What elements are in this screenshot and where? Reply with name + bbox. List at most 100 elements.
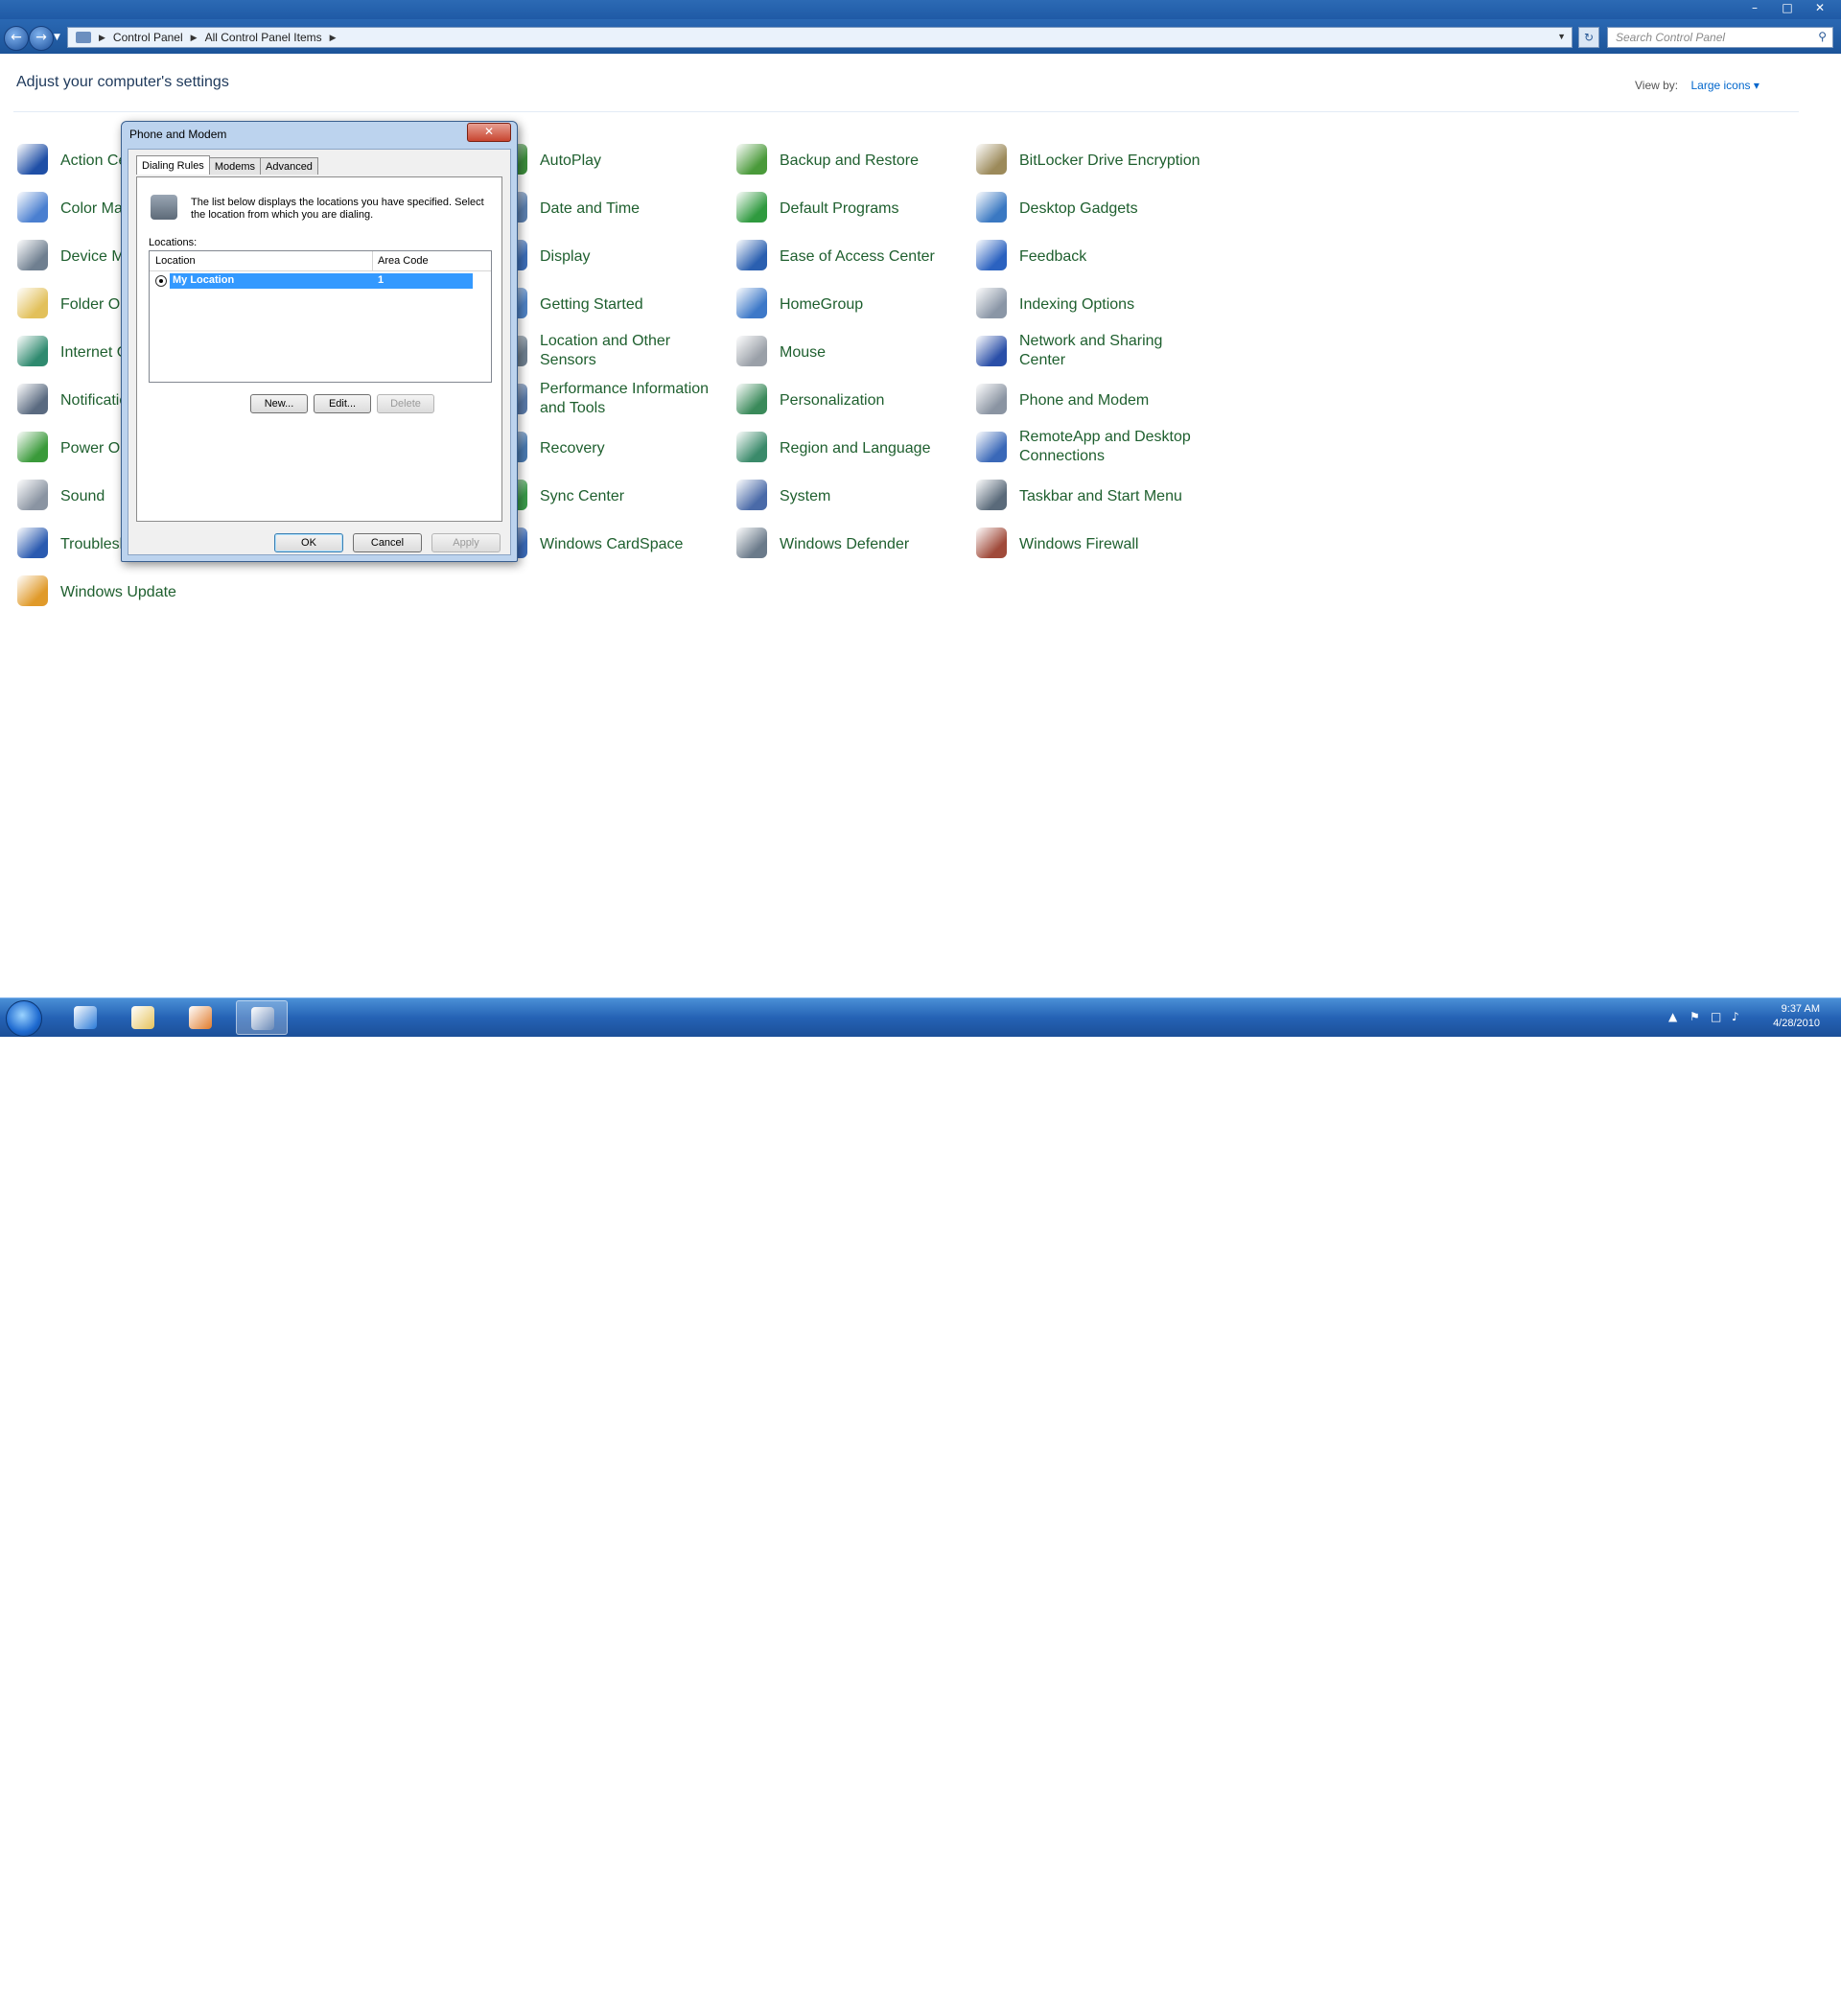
- remoteapp-icon: [976, 432, 1007, 462]
- location-radio[interactable]: [155, 275, 167, 287]
- cp-item-label: Performance Information and Tools: [540, 381, 710, 416]
- taskbar-button-control-panel[interactable]: [236, 1000, 288, 1035]
- clock[interactable]: 9:37 AM 4/28/2010: [1773, 1002, 1820, 1031]
- cp-item-label: Getting Started: [540, 296, 643, 313]
- cp-item-personalization[interactable]: Personalization: [736, 380, 967, 420]
- close-icon[interactable]: ✕: [1806, 0, 1833, 17]
- cp-item-network[interactable]: Network and Sharing Center: [976, 332, 1206, 372]
- column-location[interactable]: Location: [155, 255, 196, 267]
- cp-item-display[interactable]: Display: [497, 236, 727, 276]
- backup-icon: [736, 144, 767, 175]
- volume-icon[interactable]: ♪: [1732, 1010, 1739, 1023]
- tab-modems[interactable]: Modems: [208, 157, 261, 175]
- gadgets-icon: [976, 192, 1007, 223]
- edit-button[interactable]: Edit...: [314, 394, 371, 413]
- navigation-bar: ← → ▼ ▶ Control Panel ▶ All Control Pane…: [0, 19, 1841, 54]
- cp-item-update[interactable]: Windows Update: [17, 572, 247, 612]
- cp-item-ease-of-access[interactable]: Ease of Access Center: [736, 236, 967, 276]
- action-center-flag-icon[interactable]: ⚑: [1690, 1010, 1700, 1023]
- ok-button[interactable]: OK: [274, 533, 343, 552]
- cp-item-phone[interactable]: Phone and Modem: [976, 380, 1206, 420]
- cp-item-sync[interactable]: Sync Center: [497, 476, 727, 516]
- cp-item-backup[interactable]: Backup and Restore: [736, 140, 967, 180]
- tab-advanced[interactable]: Advanced: [260, 157, 318, 175]
- personalization-icon: [736, 384, 767, 414]
- network-tray-icon[interactable]: □: [1711, 1010, 1721, 1023]
- search-icon[interactable]: ⚲: [1818, 30, 1827, 43]
- cp-item-label: System: [780, 488, 831, 504]
- cp-item-label: Ease of Access Center: [780, 248, 935, 265]
- view-by-dropdown[interactable]: Large icons ▾: [1690, 79, 1759, 92]
- cp-item-getting-started[interactable]: Getting Started: [497, 284, 727, 324]
- ease-of-access-icon: [736, 240, 767, 270]
- folder-icon: [17, 288, 48, 318]
- address-dropdown-icon[interactable]: ▼: [1557, 32, 1566, 41]
- internet-explorer-icon: [74, 1006, 97, 1029]
- cp-item-remoteapp[interactable]: RemoteApp and Desktop Connections: [976, 428, 1206, 468]
- cp-item-defender[interactable]: Windows Defender: [736, 524, 967, 564]
- recent-pages-icon[interactable]: ▼: [54, 33, 60, 42]
- list-item[interactable]: My Location 1: [155, 273, 479, 289]
- network-icon: [976, 336, 1007, 366]
- cp-item-gadgets[interactable]: Desktop Gadgets: [976, 188, 1206, 228]
- restore-icon[interactable]: □: [1774, 0, 1801, 17]
- windows-start-icon[interactable]: [6, 1000, 42, 1037]
- taskbar-button-media-player[interactable]: [175, 1000, 226, 1035]
- dialog-body: Dialing Rules Modems Advanced The list b…: [128, 149, 511, 555]
- taskbar-button-internet-explorer[interactable]: [59, 1000, 111, 1035]
- cp-item-system[interactable]: System: [736, 476, 967, 516]
- close-icon[interactable]: ✕: [467, 123, 511, 142]
- forward-icon[interactable]: →: [29, 26, 54, 51]
- breadcrumb-control-panel[interactable]: Control Panel: [113, 31, 183, 44]
- new-button[interactable]: New...: [250, 394, 308, 413]
- apply-button[interactable]: Apply: [431, 533, 501, 552]
- cp-item-label: Display: [540, 248, 591, 265]
- cancel-button[interactable]: Cancel: [353, 533, 422, 552]
- search-input[interactable]: Search Control Panel ⚲: [1607, 27, 1833, 48]
- delete-button[interactable]: Delete: [377, 394, 434, 413]
- taskbar-button-explorer-folder[interactable]: [117, 1000, 169, 1035]
- media-player-icon: [189, 1006, 212, 1029]
- region-icon: [736, 432, 767, 462]
- cp-item-mouse[interactable]: Mouse: [736, 332, 967, 372]
- header-divider: [13, 111, 1799, 112]
- cp-item-key[interactable]: BitLocker Drive Encryption: [976, 140, 1206, 180]
- location-area-code: 1: [378, 274, 385, 286]
- cp-item-default-programs[interactable]: Default Programs: [736, 188, 967, 228]
- locations-label: Locations:: [149, 237, 198, 248]
- column-area-code[interactable]: Area Code: [378, 255, 429, 267]
- tab-dialing-rules[interactable]: Dialing Rules: [136, 155, 210, 175]
- back-icon[interactable]: ←: [4, 26, 29, 51]
- taskbar-icon: [976, 480, 1007, 510]
- explorer-folder-icon: [131, 1006, 154, 1029]
- dialog-title: Phone and Modem: [129, 128, 227, 141]
- feedback-icon: [976, 240, 1007, 270]
- cp-item-region[interactable]: Region and Language: [736, 428, 967, 468]
- system-icon: [736, 480, 767, 510]
- locations-list[interactable]: Location Area Code My Location 1: [149, 250, 492, 383]
- cp-item-label: Date and Time: [540, 200, 641, 217]
- cp-item-cardspace[interactable]: Windows CardSpace: [497, 524, 727, 564]
- cp-item-clock[interactable]: Date and Time: [497, 188, 727, 228]
- cp-item-feedback[interactable]: Feedback: [976, 236, 1206, 276]
- cp-item-firewall[interactable]: Windows Firewall: [976, 524, 1206, 564]
- cp-item-homegroup[interactable]: HomeGroup: [736, 284, 967, 324]
- view-by-label: View by:: [1635, 79, 1679, 92]
- globe-icon: [17, 336, 48, 366]
- cp-item-performance[interactable]: Performance Information and Tools: [497, 380, 727, 420]
- cp-item-label: BitLocker Drive Encryption: [1019, 152, 1200, 169]
- cp-item-taskbar[interactable]: Taskbar and Start Menu: [976, 476, 1206, 516]
- refresh-icon[interactable]: ↻: [1578, 27, 1599, 48]
- cp-item-location[interactable]: Location and Other Sensors: [497, 332, 727, 372]
- cp-item-autoplay[interactable]: AutoPlay: [497, 140, 727, 180]
- taskbar: The Collection Book ▲ ⚑ □ ♪ 9:37 AM 4/28…: [0, 997, 1841, 2015]
- address-bar[interactable]: ▶ Control Panel ▶ All Control Panel Item…: [67, 27, 1573, 48]
- cp-item-indexing[interactable]: Indexing Options: [976, 284, 1206, 324]
- minimize-icon[interactable]: –: [1741, 0, 1768, 17]
- phone-icon: [151, 195, 177, 220]
- breadcrumb-all-items[interactable]: All Control Panel Items: [205, 31, 322, 44]
- cp-item-recovery[interactable]: Recovery: [497, 428, 727, 468]
- show-hidden-icons-icon[interactable]: ▲: [1668, 1010, 1677, 1023]
- homegroup-icon: [736, 288, 767, 318]
- breadcrumb-separator-icon: ▶: [99, 32, 105, 42]
